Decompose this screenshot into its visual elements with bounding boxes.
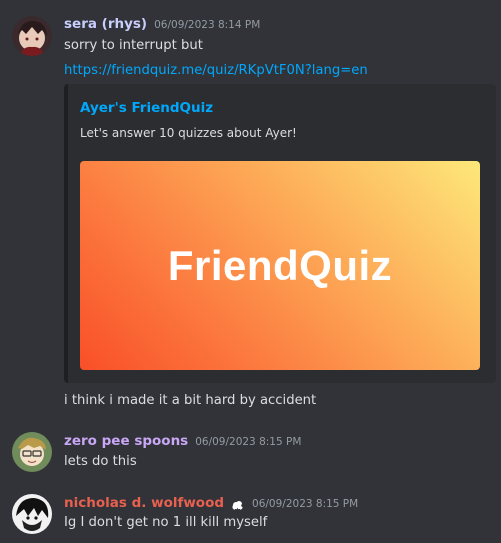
message-text: i think i made it a bit hard by accident bbox=[64, 393, 317, 408]
embed-description: Let's answer 10 quizzes about Ayer! bbox=[80, 126, 297, 140]
message-link-line: https://friendquiz.me/quiz/RKpVtF0N?lang… bbox=[64, 61, 368, 81]
username[interactable]: zero pee spoons bbox=[64, 431, 188, 451]
quiz-link[interactable]: https://friendquiz.me/quiz/RKpVtF0N?lang… bbox=[64, 63, 368, 78]
username[interactable]: nicholas d. wolfwood bbox=[64, 493, 224, 513]
avatar-image-nicholas bbox=[12, 494, 52, 534]
timestamp: 06/09/2023 8:15 PM bbox=[195, 436, 302, 448]
avatar-image-zero bbox=[12, 432, 52, 472]
link-embed: Ayer's FriendQuiz Let's answer 10 quizze… bbox=[64, 84, 496, 383]
avatar[interactable] bbox=[12, 432, 52, 472]
timestamp: 06/09/2023 8:14 PM bbox=[154, 19, 261, 31]
chat-log: sera (rhys) 06/09/2023 8:14 PM sorry to … bbox=[0, 0, 501, 543]
embed-image[interactable]: FriendQuiz bbox=[80, 161, 480, 370]
embed-title[interactable]: Ayer's FriendQuiz bbox=[80, 100, 213, 116]
message-text: sorry to interrupt but bbox=[64, 38, 203, 53]
avatar[interactable] bbox=[12, 494, 52, 534]
message-header: zero pee spoons 06/09/2023 8:15 PM bbox=[64, 431, 301, 451]
avatar[interactable] bbox=[12, 16, 52, 56]
embed-image-text: FriendQuiz bbox=[167, 241, 393, 289]
message-header: nicholas d. wolfwood 06/09/2023 8:15 PM bbox=[64, 493, 358, 513]
avatar-image-sera bbox=[12, 16, 52, 56]
username[interactable]: sera (rhys) bbox=[64, 14, 147, 34]
sheep-icon bbox=[231, 497, 245, 512]
timestamp: 06/09/2023 8:15 PM bbox=[252, 498, 359, 510]
message-text: lets do this bbox=[64, 454, 137, 469]
message-text: Ig I don't get no 1 ill kill myself bbox=[64, 515, 268, 530]
message-header: sera (rhys) 06/09/2023 8:14 PM bbox=[64, 14, 260, 34]
